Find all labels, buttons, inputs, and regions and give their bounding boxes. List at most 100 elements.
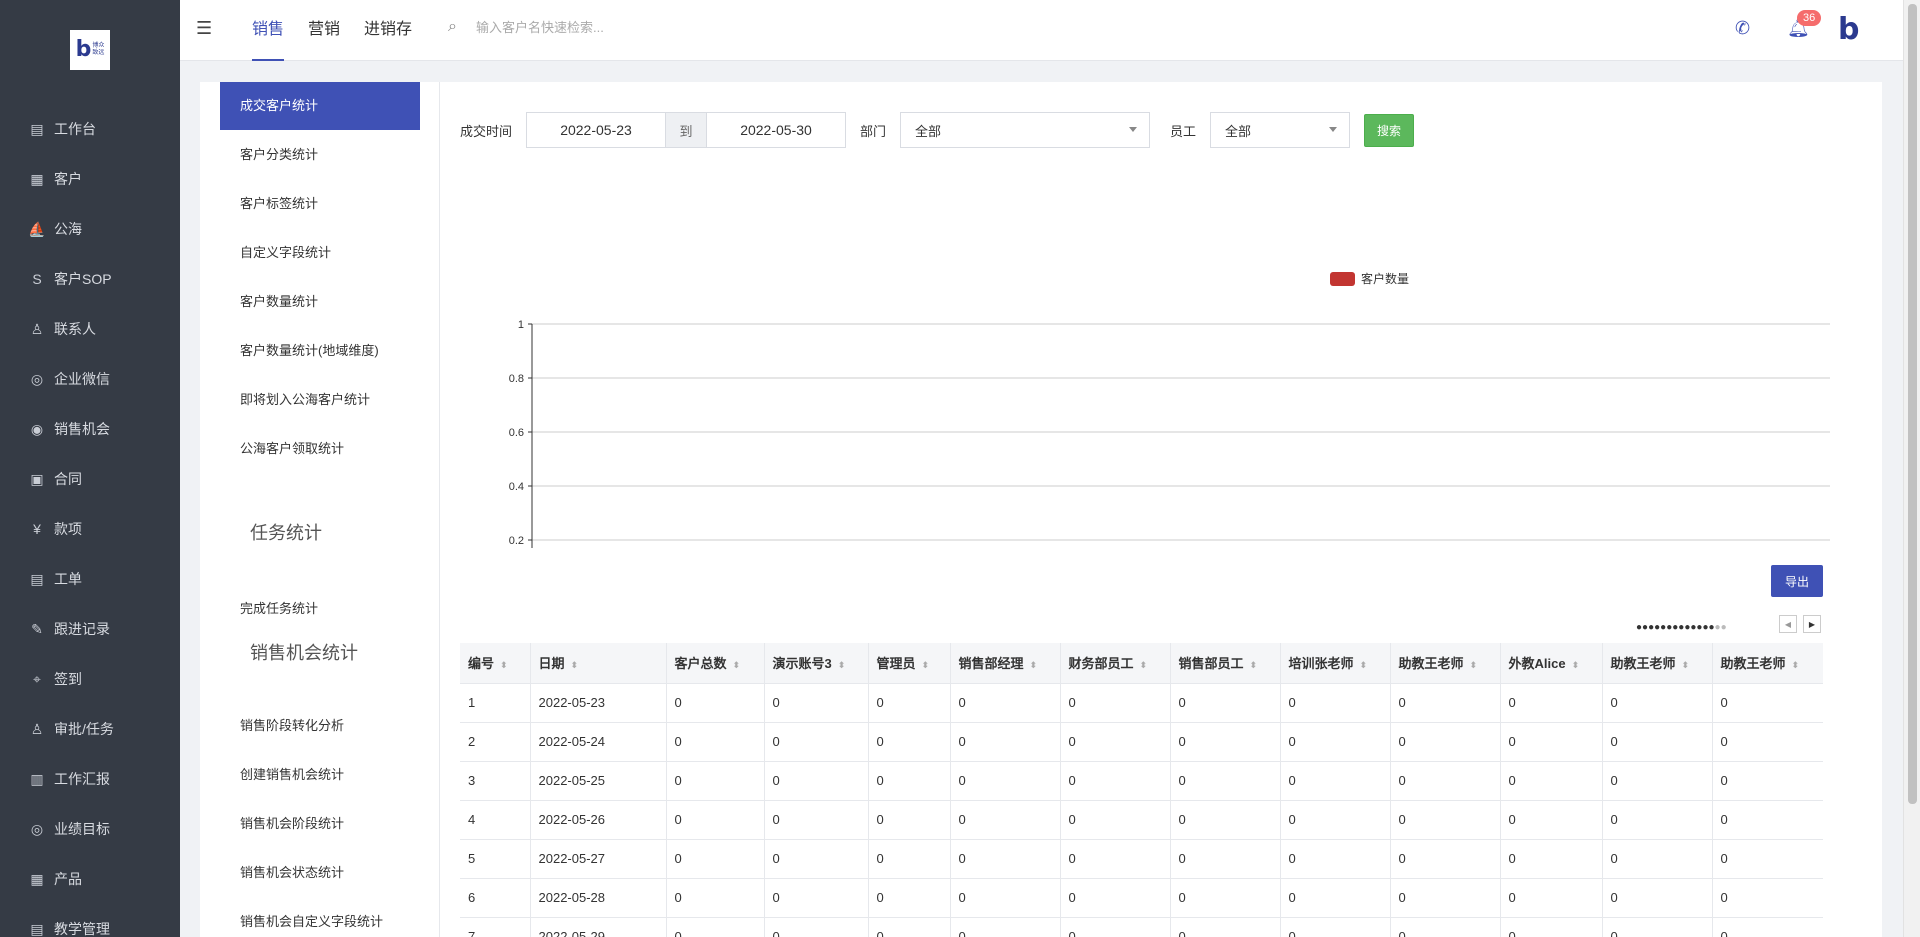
sort-icon[interactable]: ⬍ xyxy=(1572,660,1580,670)
sort-icon[interactable]: ⬍ xyxy=(571,660,579,670)
sidebar-item[interactable]: ▥ 工作汇报 xyxy=(0,754,180,804)
sort-icon[interactable]: ⬍ xyxy=(733,660,741,670)
table-cell: 0 xyxy=(1500,878,1603,918)
dashboard-icon: ▤ xyxy=(30,120,44,137)
column-header[interactable]: 财务部员工 ⬍ xyxy=(1060,643,1171,684)
sidebar-item[interactable]: ◉ 销售机会 xyxy=(0,404,180,454)
column-header[interactable]: 外教Alice ⬍ xyxy=(1500,643,1603,684)
column-header[interactable]: 管理员 ⬍ xyxy=(868,643,951,684)
table-cell: 0 xyxy=(1500,800,1603,840)
export-button[interactable]: 导出 xyxy=(1771,565,1823,597)
y-tick-label: 0.4 xyxy=(509,481,524,493)
column-header[interactable]: 编号 ⬍ xyxy=(460,643,531,684)
sort-icon[interactable]: ⬍ xyxy=(500,660,508,670)
table-cell: 6 xyxy=(460,878,531,918)
submenu-item[interactable]: 公海客户领取统计 xyxy=(220,425,420,473)
search-icon: ⌕ xyxy=(448,18,457,35)
submenu-item[interactable]: 完成任务统计 xyxy=(220,585,420,633)
column-header[interactable]: 客户总数 ⬍ xyxy=(666,643,765,684)
submenu-item[interactable]: 自定义字段统计 xyxy=(220,229,420,277)
submenu-item[interactable]: 客户标签统计 xyxy=(220,180,420,228)
sidebar-item-label: 客户 xyxy=(54,171,82,187)
top-tab[interactable]: 营销 xyxy=(308,0,340,61)
date-from-input[interactable]: 2022-05-23 xyxy=(526,112,667,148)
sidebar-item[interactable]: ♙ 审批/任务 xyxy=(0,704,180,754)
sort-icon[interactable]: ⬍ xyxy=(838,660,846,670)
legend-swatch[interactable] xyxy=(1330,272,1355,286)
sidebar-item-label: 公海 xyxy=(54,221,82,237)
table-row: 7 2022-05-29 0 0 0 0 0 0 0 0 0 0 0 xyxy=(460,917,1823,937)
sidebar-item[interactable]: ▤ 工作台 xyxy=(0,104,180,154)
submenu-item[interactable]: 客户数量统计 xyxy=(220,278,420,326)
submenu-item[interactable]: 销售机会状态统计 xyxy=(220,849,420,897)
sort-icon[interactable]: ⬍ xyxy=(1250,660,1258,670)
dept-select[interactable]: 全部 xyxy=(900,112,1151,148)
table-cell: 0 xyxy=(950,683,1061,723)
table-cell: 2022-05-28 xyxy=(530,878,667,918)
sidebar-item-label: 客户SOP xyxy=(54,271,112,287)
table-cell: 0 xyxy=(868,761,951,801)
column-header[interactable]: 日期 ⬍ xyxy=(530,643,667,684)
column-header[interactable]: 销售部员工 ⬍ xyxy=(1170,643,1281,684)
sidebar-item[interactable]: ✎ 跟进记录 xyxy=(0,604,180,654)
scroll-left-icon[interactable]: ◀ xyxy=(1779,615,1797,633)
user-avatar[interactable]: b xyxy=(1838,12,1859,48)
customer-search-input[interactable] xyxy=(476,19,716,35)
submenu-item[interactable]: 销售机会自定义字段统计 xyxy=(220,898,420,937)
submenu-item[interactable]: 成交客户统计 xyxy=(220,82,420,130)
top-tab[interactable]: 销售 xyxy=(252,0,285,61)
product-icon: ▦ xyxy=(30,870,44,887)
sidebar-item[interactable]: ⛵ 公海 xyxy=(0,204,180,254)
column-header[interactable]: 助教王老师 ⬍ xyxy=(1602,643,1713,684)
date-to-input[interactable]: 2022-05-30 xyxy=(706,112,847,148)
notifications[interactable]: 🔔︎ 36 xyxy=(1787,10,1822,39)
top-tab[interactable]: 进销存 xyxy=(364,0,412,61)
sidebar-item[interactable]: ▤ 教学管理 xyxy=(0,904,180,937)
submenu-item[interactable]: 客户分类统计 xyxy=(220,131,420,179)
sort-icon[interactable]: ⬍ xyxy=(922,660,930,670)
sort-icon[interactable]: ⬍ xyxy=(1792,660,1800,670)
sidebar-item[interactable]: ◎ 企业微信 xyxy=(0,354,180,404)
column-header[interactable]: 演示账号3 ⬍ xyxy=(764,643,869,684)
sidebar-item[interactable]: ♙ 联系人 xyxy=(0,304,180,354)
sidebar-item-label: 联系人 xyxy=(54,321,96,337)
legend-label[interactable]: 客户数量 xyxy=(1361,271,1409,286)
sidebar-item[interactable]: ▣ 合同 xyxy=(0,454,180,504)
search-button[interactable]: 搜索 xyxy=(1364,113,1415,147)
submenu-item[interactable]: 创建销售机会统计 xyxy=(220,751,420,799)
staff-select[interactable]: 全部 xyxy=(1210,112,1351,148)
company-logo[interactable]: b 博众 致远 xyxy=(70,30,110,70)
sidebar-item[interactable]: ◎ 业绩目标 xyxy=(0,804,180,854)
table-cell: 0 xyxy=(1500,839,1603,879)
column-header[interactable]: 销售部经理 ⬍ xyxy=(950,643,1061,684)
sidebar-item[interactable]: ¥ 款项 xyxy=(0,504,180,554)
sort-icon[interactable]: ⬍ xyxy=(1030,660,1038,670)
submenu-item[interactable]: 即将划入公海客户统计 xyxy=(220,376,420,424)
sidebar-item[interactable]: ▤ 工单 xyxy=(0,554,180,604)
scrollbar-thumb[interactable] xyxy=(1908,4,1917,804)
column-header-label: 助教王老师 xyxy=(1398,656,1464,672)
page-scrollbar[interactable] xyxy=(1903,0,1920,937)
content-card: 成交客户统计 客户分类统计 客户标签统计 自定义字段统计 客户数量统计 客户数量统计(地域… xyxy=(200,82,1882,937)
sidebar-item[interactable]: ▦ 客户 xyxy=(0,154,180,204)
submenu-item[interactable]: 销售机会阶段统计 xyxy=(220,800,420,848)
submenu-item[interactable]: 销售阶段转化分析 xyxy=(220,702,420,750)
scroll-right-icon[interactable]: ▶ xyxy=(1803,615,1821,633)
menu-collapse-icon[interactable]: ☰ xyxy=(196,18,218,40)
phone-icon[interactable]: ✆ xyxy=(1735,18,1750,39)
table-cell: 0 xyxy=(868,878,951,918)
submenu-item[interactable]: 客户数量统计(地域维度) xyxy=(220,327,420,375)
column-header[interactable]: 助教王老师 ⬍ xyxy=(1712,643,1823,684)
column-header[interactable]: 助教王老师 ⬍ xyxy=(1390,643,1501,684)
sidebar-item[interactable]: S 客户SOP xyxy=(0,254,180,304)
logo-mark: b xyxy=(75,37,92,62)
sort-icon[interactable]: ⬍ xyxy=(1140,660,1148,670)
table-cell: 0 xyxy=(1712,917,1823,937)
sort-icon[interactable]: ⬍ xyxy=(1470,660,1478,670)
sort-icon[interactable]: ⬍ xyxy=(1360,660,1368,670)
sort-icon[interactable]: ⬍ xyxy=(1682,660,1690,670)
column-header[interactable]: 培训张老师 ⬍ xyxy=(1280,643,1391,684)
sidebar-item[interactable]: ▦ 产品 xyxy=(0,854,180,904)
sidebar-item[interactable]: ⌖ 签到 xyxy=(0,654,180,704)
table-cell: 5 xyxy=(460,839,531,879)
